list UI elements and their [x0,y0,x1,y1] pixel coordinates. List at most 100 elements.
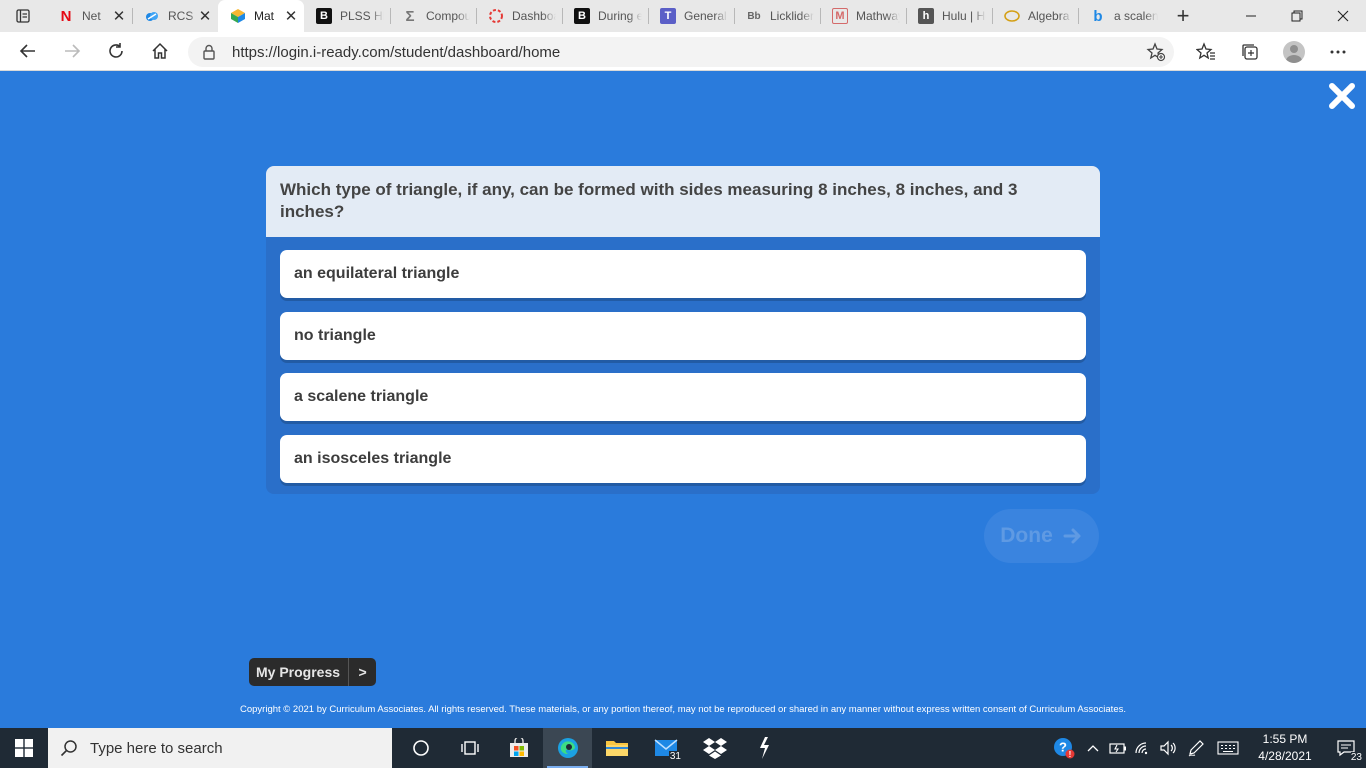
tab-rcs[interactable]: RCS ✕ [132,0,218,32]
done-button[interactable]: Done [984,509,1099,563]
close-icon [1329,83,1355,109]
avatar [1283,40,1305,63]
task-view-button[interactable] [445,728,494,768]
url-text[interactable]: https://login.i-ready.com/student/dashbo… [232,44,1138,61]
tab-title: Algebra [1028,9,1070,23]
blackboard-icon: Bb [747,10,761,22]
clock-time: 1:55 PM [1262,732,1308,746]
tab-actions-button[interactable] [0,0,46,32]
choice-label: an isosceles triangle [294,449,452,467]
tab-strip: N Net ✕ RCS ✕ Mat ✕ B PLSS HEL Σ Compou … [0,0,1366,32]
bing-icon: b [1093,7,1103,25]
tab-title: Licklider [770,9,814,23]
tab-scalene-search[interactable]: b a scalene [1078,0,1164,32]
toolbar-right [1184,32,1366,71]
minimize-button[interactable] [1228,0,1274,32]
cortana-button[interactable] [396,728,445,768]
start-button[interactable] [0,728,48,768]
mathway-icon: M [832,8,848,24]
tab-netflix[interactable]: N Net ✕ [46,0,132,32]
forward-button[interactable] [50,32,94,71]
pen-tray-button[interactable] [1180,728,1212,768]
battery-tray-button[interactable] [1105,728,1130,768]
answer-choice-no-triangle[interactable]: no triangle [280,311,1086,360]
tab-title: Compou [426,9,470,23]
windows-icon [15,739,33,757]
search-icon [60,740,77,757]
tab-algebra[interactable]: Algebra [992,0,1078,32]
dropbox-icon [702,738,727,759]
taskbar-edge[interactable] [543,728,592,768]
mail-badge: 31 [668,751,682,762]
tab-licklider[interactable]: Bb Licklider [734,0,820,32]
clock-date: 4/28/2021 [1258,749,1312,763]
taskbar-file-explorer[interactable] [592,728,641,768]
tab-hulu[interactable]: h Hulu | Ho [906,0,992,32]
coin-icon [1004,8,1020,24]
tab-dashboard[interactable]: Dashboa [476,0,562,32]
arrow-left-icon [19,44,35,58]
canvas-icon [488,8,504,24]
home-button[interactable] [138,32,182,71]
system-clock[interactable]: 1:55 PM 4/28/2021 [1244,731,1326,765]
taskbar-store[interactable] [494,728,543,768]
sigma-icon: Σ [405,7,415,25]
settings-menu-button[interactable] [1316,32,1360,71]
back-button[interactable] [6,32,50,71]
new-tab-button[interactable]: + [1164,0,1202,32]
cortana-icon [412,740,429,756]
notification-count: 23 [1350,752,1362,763]
choice-label: an equilateral triangle [294,265,460,282]
volume-tray-button[interactable] [1155,728,1180,768]
system-tray: ?! 1:55 PM 4/28/2021 23 [1048,728,1366,768]
tab-title: General [684,9,727,23]
taskbar-bolt-app[interactable] [739,728,788,768]
tab-iready-math[interactable]: Mat ✕ [218,0,304,32]
help-icon: ?! [1054,738,1075,759]
address-bar[interactable]: https://login.i-ready.com/student/dashbo… [188,37,1174,67]
tab-general[interactable]: T General [648,0,734,32]
add-favorite-button[interactable] [1138,42,1174,62]
exit-lesson-button[interactable] [1326,80,1358,112]
restore-icon [1291,10,1303,22]
taskbar-dropbox[interactable] [690,728,739,768]
svg-text:!: ! [1069,750,1072,759]
answer-choice-scalene[interactable]: a scalene triangle [280,373,1086,421]
show-hidden-icons-button[interactable] [1080,728,1105,768]
close-icon[interactable]: ✕ [198,7,212,25]
touch-keyboard-button[interactable] [1212,728,1244,768]
arrow-right-icon [65,44,81,58]
lock-icon[interactable] [202,44,218,60]
b-icon: B [316,8,332,24]
star-plus-icon [1146,42,1166,62]
my-progress-button[interactable]: My Progress > [249,658,377,686]
restore-button[interactable] [1274,0,1320,32]
collections-icon [1242,43,1258,60]
keyboard-icon [1217,741,1239,755]
favorites-button[interactable] [1184,32,1228,71]
refresh-button[interactable] [94,32,138,71]
taskbar-search[interactable]: Type here to search [48,728,392,768]
svg-text:?: ? [1059,740,1067,755]
tab-title: Mat [254,9,275,23]
answer-choice-equilateral[interactable]: an equilateral triangle [280,250,1086,298]
tab-title: PLSS HEL [340,9,384,23]
close-icon[interactable]: ✕ [112,7,126,25]
taskbar-mail[interactable]: 31 [641,728,690,768]
wifi-tray-button[interactable] [1130,728,1155,768]
answer-choice-isosceles[interactable]: an isosceles triangle [280,434,1086,483]
close-icon[interactable]: ✕ [284,7,298,25]
tab-plss[interactable]: B PLSS HEL [304,0,390,32]
close-window-button[interactable] [1320,0,1366,32]
teams-icon: T [660,8,676,24]
tab-title: During e [598,9,642,23]
arrow-right-icon [1063,528,1081,544]
tab-title: Dashboa [512,9,556,23]
help-tray-button[interactable]: ?! [1048,728,1080,768]
action-center-button[interactable]: 23 [1326,728,1366,768]
tab-during[interactable]: B During e [562,0,648,32]
profile-button[interactable] [1272,32,1316,71]
tab-mathway[interactable]: M Mathway [820,0,906,32]
tab-compound[interactable]: Σ Compou [390,0,476,32]
collections-button[interactable] [1228,32,1272,71]
